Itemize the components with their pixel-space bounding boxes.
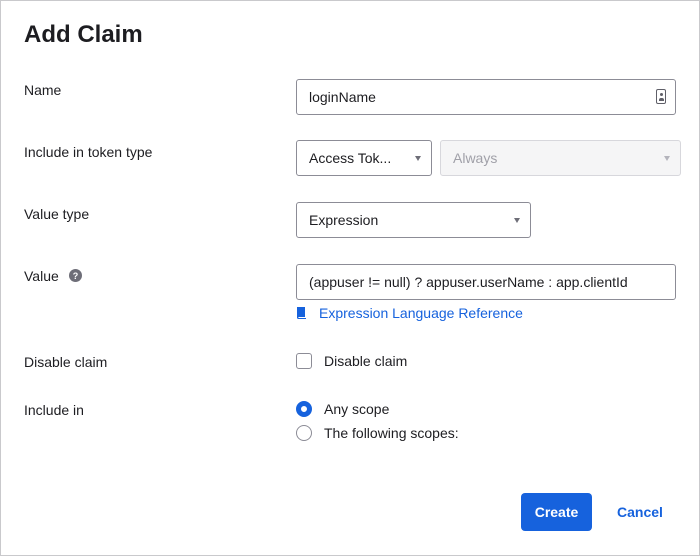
add-claim-dialog: Add Claim Name loginName Include in toke…: [0, 0, 700, 556]
token-type-label: Include in token type: [24, 144, 153, 160]
disable-claim-checkbox-row[interactable]: Disable claim: [296, 353, 407, 369]
token-frequency-select: Always: [440, 140, 681, 176]
chevron-down-icon: [415, 156, 421, 161]
cancel-button[interactable]: Cancel: [606, 493, 674, 531]
token-type-selected: Access Tok...: [309, 150, 392, 166]
value-type-select[interactable]: Expression: [296, 202, 531, 238]
radio-following-scopes-label: The following scopes:: [324, 425, 459, 441]
help-circle-icon[interactable]: ?: [69, 269, 82, 282]
expression-language-reference-link[interactable]: Expression Language Reference: [297, 305, 523, 321]
value-label: Value: [24, 268, 59, 284]
value-expression-text: (appuser != null) ? appuser.userName : a…: [309, 274, 628, 290]
dialog-title: Add Claim: [24, 21, 143, 48]
value-expression-input[interactable]: (appuser != null) ? appuser.userName : a…: [296, 264, 676, 300]
book-icon: [297, 307, 306, 319]
name-input[interactable]: loginName: [296, 79, 676, 115]
disable-claim-checkbox[interactable]: [296, 353, 312, 369]
radio-any-scope-label: Any scope: [324, 401, 390, 417]
radio-following-scopes-button[interactable]: [296, 425, 312, 441]
disable-claim-label: Disable claim: [24, 354, 108, 370]
radio-following-scopes[interactable]: The following scopes:: [296, 425, 459, 441]
expression-language-reference-label: Expression Language Reference: [319, 305, 523, 321]
token-frequency-selected: Always: [453, 150, 498, 166]
name-input-value: loginName: [309, 89, 376, 105]
value-type-selected: Expression: [309, 212, 379, 228]
chevron-down-icon: [664, 156, 670, 161]
chevron-down-icon: [514, 218, 520, 223]
include-in-label: Include in: [24, 402, 84, 418]
value-type-label: Value type: [24, 206, 90, 222]
radio-any-scope[interactable]: Any scope: [296, 401, 389, 417]
name-label: Name: [24, 82, 62, 98]
help-icon-glyph: ?: [72, 270, 79, 281]
token-type-select[interactable]: Access Tok...: [296, 140, 432, 176]
radio-any-scope-button[interactable]: [296, 401, 312, 417]
create-button[interactable]: Create: [521, 493, 592, 531]
contact-card-icon[interactable]: [656, 89, 666, 104]
disable-claim-checkbox-label: Disable claim: [324, 353, 408, 369]
